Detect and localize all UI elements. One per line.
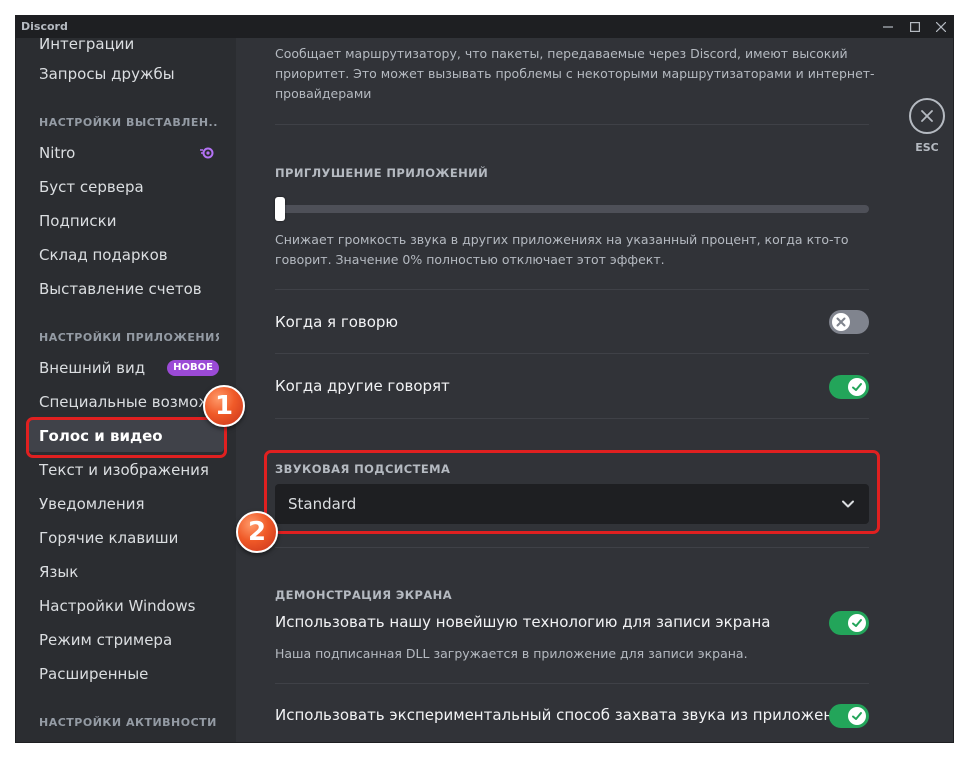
minimize-icon <box>883 26 893 28</box>
close-icon <box>936 22 946 32</box>
annotation-step-1: 1 <box>203 385 245 427</box>
minimize-button[interactable] <box>873 16 903 38</box>
esc-circle <box>909 98 945 134</box>
discord-window: Discord Интеграции Запросы дружбы НАСТРО… <box>16 16 953 742</box>
when-others-speak-toggle[interactable] <box>829 375 869 399</box>
qos-description: Сообщает маршрутизатору, что пакеты, пер… <box>275 46 875 101</box>
sidebar-item-accessibility[interactable]: Специальные возмож... <box>28 386 224 418</box>
title-bar: Discord <box>16 16 953 38</box>
sidebar-item-label: Настройки Windows <box>39 597 196 615</box>
sidebar-item-label: Расширенные <box>39 665 149 683</box>
esc-button[interactable]: ESC <box>908 98 946 154</box>
sidebar-item-billing[interactable]: Выставление счетов <box>28 273 224 305</box>
sidebar-item-streamer-mode[interactable]: Режим стримера <box>28 624 224 656</box>
sidebar-item-label: Текст и изображения <box>39 461 209 479</box>
sidebar-item-text-images[interactable]: Текст и изображения <box>28 454 224 486</box>
toggle-knob <box>848 378 866 396</box>
when-i-speak-toggle[interactable] <box>829 310 869 334</box>
sidebar-item-label: Nitro <box>39 144 76 162</box>
experimental-audio-label: Использовать экспериментальный способ за… <box>275 706 853 724</box>
close-icon <box>921 110 933 122</box>
settings-sidebar: Интеграции Запросы дружбы НАСТРОЙКИ ВЫСТ… <box>16 16 236 742</box>
experimental-audio-toggle[interactable] <box>829 704 869 728</box>
annotation-highlight-2 <box>264 450 880 534</box>
latest-tech-toggle[interactable] <box>829 611 869 635</box>
sidebar-item-server-boost[interactable]: Буст сервера <box>28 171 224 203</box>
attenuation-slider-handle[interactable] <box>275 197 285 221</box>
sidebar-item-label: Буст сервера <box>39 178 144 196</box>
sidebar-item-label: Выставление счетов <box>39 280 202 298</box>
divider <box>275 547 869 548</box>
screen-share-title: ДЕМОНСТРАЦИЯ ЭКРАНА <box>275 588 453 602</box>
check-icon <box>852 383 862 391</box>
check-icon <box>852 619 862 627</box>
sidebar-item-gift-inventory[interactable]: Склад подарков <box>28 239 224 271</box>
sidebar-item-label: Язык <box>39 563 79 581</box>
toggle-knob <box>848 707 866 725</box>
attenuation-description: Снижает громкость звука в других приложе… <box>275 232 849 267</box>
toggle-knob <box>848 614 866 632</box>
esc-label: ESC <box>915 141 939 154</box>
new-badge: НОВОЕ <box>167 360 219 376</box>
nitro-icon <box>200 147 214 159</box>
when-others-speak-label: Когда другие говорят <box>275 377 450 395</box>
divider <box>275 353 869 354</box>
app-title: Discord <box>21 20 68 33</box>
latest-tech-label: Использовать нашу новейшую технологию дл… <box>275 613 771 631</box>
sidebar-item-label: Режим стримера <box>39 631 173 649</box>
sidebar-item-label: Внешний вид <box>39 359 146 377</box>
annotation-step-2: 2 <box>236 511 278 553</box>
divider <box>275 683 869 684</box>
close-window-button[interactable] <box>926 16 953 38</box>
sidebar-section-billing: НАСТРОЙКИ ВЫСТАВЛЕН... <box>39 116 219 129</box>
settings-content: Сообщает маршрутизатору, что пакеты, пер… <box>236 16 953 742</box>
sidebar-item-label: Уведомления <box>39 495 145 513</box>
sidebar-item-windows-settings[interactable]: Настройки Windows <box>28 590 224 622</box>
sidebar-item-keybinds[interactable]: Горячие клавиши <box>28 522 224 554</box>
sidebar-item-label: Склад подарков <box>39 246 168 264</box>
latest-tech-description: Наша подписанная DLL загружается в прило… <box>275 646 748 661</box>
toggle-knob <box>832 313 850 331</box>
check-icon <box>852 712 862 720</box>
annotation-highlight-1 <box>26 417 227 458</box>
sidebar-item-subscriptions[interactable]: Подписки <box>28 205 224 237</box>
divider <box>275 418 869 419</box>
sidebar-item-appearance[interactable]: Внешний вид НОВОЕ <box>28 352 224 384</box>
divider <box>275 289 869 290</box>
sidebar-item-label: Горячие клавиши <box>39 529 179 547</box>
x-icon <box>836 317 846 327</box>
attenuation-title: ПРИГЛУШЕНИЕ ПРИЛОЖЕНИЙ <box>275 166 489 180</box>
sidebar-item-friend-requests[interactable]: Запросы дружбы <box>28 58 224 90</box>
sidebar-section-activity: НАСТРОЙКИ АКТИВНОСТИ <box>39 716 217 729</box>
sidebar-item-label: Подписки <box>39 212 117 230</box>
maximize-icon <box>910 22 920 32</box>
sidebar-item-label: Специальные возмож... <box>39 393 224 411</box>
attenuation-slider-track[interactable] <box>275 205 869 213</box>
divider <box>275 124 869 125</box>
sidebar-item-advanced[interactable]: Расширенные <box>28 658 224 690</box>
sidebar-item-label: Запросы дружбы <box>39 65 175 83</box>
when-i-speak-label: Когда я говорю <box>275 313 399 331</box>
sidebar-section-app: НАСТРОЙКИ ПРИЛОЖЕНИЯ <box>39 331 219 344</box>
sidebar-item-nitro[interactable]: Nitro <box>28 137 224 169</box>
sidebar-item-notifications[interactable]: Уведомления <box>28 488 224 520</box>
sidebar-item-language[interactable]: Язык <box>28 556 224 588</box>
